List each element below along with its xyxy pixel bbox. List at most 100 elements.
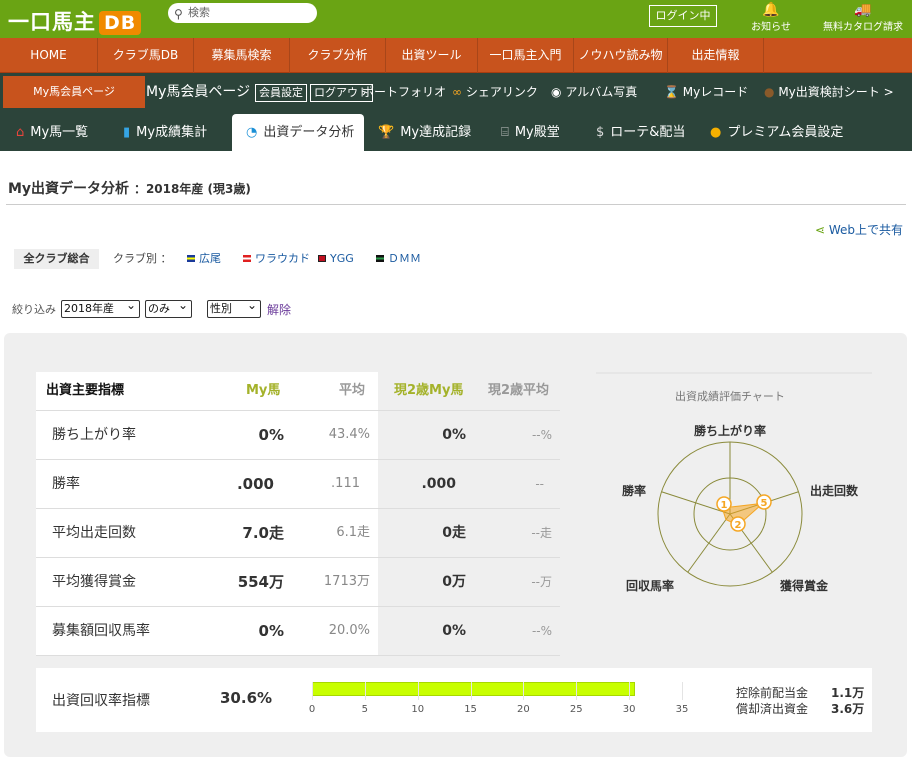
clear-filter-link[interactable]: 解除 — [267, 301, 291, 318]
sex-select[interactable]: 性別 — [207, 297, 261, 318]
club-all-button[interactable]: 全クラブ総合 — [14, 249, 99, 269]
recovery-label: 出資回収率指標 — [52, 693, 150, 709]
nav-tools[interactable]: 出資ツール — [386, 38, 478, 73]
axis-label: 勝ち上がり率 — [694, 423, 766, 438]
sold-capital-label: 償却済出資金 — [736, 702, 809, 716]
average-value: .111 — [331, 476, 360, 491]
bar-chart-icon: ▮ — [123, 125, 131, 140]
tab-analysis[interactable]: ◔ 出資データ分析 — [232, 114, 364, 151]
tab-results[interactable]: ▮ My成績集計 — [123, 114, 207, 151]
club-hiroo[interactable]: 広尾 — [187, 249, 221, 269]
tick-label: 25 — [569, 704, 583, 715]
year-select[interactable]: 2018年産 — [61, 297, 140, 318]
tick-label: 5 — [361, 704, 369, 715]
tab-bar: ⌂ My馬一覧 ▮ My成績集計 ◔ 出資データ分析 🏆 My達成記録 ⌸ My殿堂 $ ロ… — [0, 112, 912, 151]
my-horse-value: .000 — [236, 475, 274, 493]
tick-label: 0 — [308, 704, 316, 715]
table-row: 勝率 .000 .111 .000 -- — [36, 460, 560, 509]
2yo-average-value: --% — [531, 428, 552, 442]
axis-label: 回収馬率 — [626, 578, 674, 593]
tab-achievements[interactable]: 🏆 My達成記録 — [378, 114, 471, 151]
nav-race-info[interactable]: 出走情報 — [668, 38, 764, 73]
money-bag-icon: $ — [596, 125, 605, 140]
trophy-icon: 🏆 — [378, 125, 395, 140]
average-value: 20.0% — [328, 623, 370, 638]
table-row: 勝ち上がり率 0% 43.4% 0% --% — [36, 411, 560, 460]
pre-dividend-label: 控除前配当金 — [736, 686, 809, 700]
tick-gridline — [523, 682, 525, 700]
filter-label: 絞り込み — [12, 303, 56, 316]
settings-button[interactable]: 会員設定 — [255, 84, 307, 102]
nav-intro[interactable]: 一口馬主入門 — [478, 38, 574, 73]
axis-label: 獲得賞金 — [780, 578, 829, 593]
sheet-link[interactable]: ● My出資検討シート > — [764, 73, 894, 112]
nav-knowhow[interactable]: ノウハウ読み物 — [574, 38, 668, 73]
page-title: My出資データ分析 ：2018年産 (現3歳) — [8, 181, 251, 197]
tick-gridline — [470, 682, 472, 700]
radar-grid: 1 5 2 — [657, 441, 803, 587]
search-input[interactable]: ⚲ 検索 — [168, 3, 317, 23]
tick-gridline — [576, 682, 578, 700]
header-indicator: 出資主要指標 — [46, 383, 125, 398]
axis-label: 出走回数 — [810, 483, 859, 498]
average-value: 1713万 — [323, 574, 370, 589]
tab-hall[interactable]: ⌸ My殿堂 — [501, 114, 560, 151]
link-icon: ∞ — [452, 85, 462, 99]
record-link[interactable]: ⌛ Myレコード — [664, 73, 748, 112]
2yo-average-value: --% — [531, 624, 552, 638]
average-value: 6.1走 — [336, 525, 370, 540]
house-icon: ⌂ — [16, 125, 25, 140]
album-link[interactable]: ◉ アルバム写真 — [551, 73, 637, 112]
nav-home[interactable]: HOME — [0, 38, 98, 73]
share-icon: ⋖ — [815, 223, 826, 237]
tick-gridline — [312, 682, 313, 700]
mypage-button[interactable]: My馬会員ページ — [3, 76, 145, 108]
2yo-my-value: 0% — [442, 623, 466, 639]
header-2yo-average: 現2歳平均 — [488, 383, 550, 398]
row-label: 平均獲得賞金 — [52, 574, 136, 590]
temple-icon: ⌸ — [501, 125, 509, 140]
tick-gridline — [682, 682, 683, 700]
club-dmm[interactable]: ＤＭＭ — [376, 249, 421, 269]
header-2yo-my-horse: 現2歳My馬 — [394, 383, 464, 398]
my-horse-value: 0% — [258, 426, 284, 444]
share-link[interactable]: ∞ シェアリンク — [452, 73, 538, 112]
radar-marker-label: 5 — [761, 498, 768, 509]
nav-club-db[interactable]: クラブ馬DB — [98, 38, 194, 73]
web-share-link[interactable]: ⋖ Web上で共有 — [815, 221, 903, 238]
title-divider — [6, 204, 906, 205]
radar-marker-label: 1 — [721, 500, 728, 511]
nav-club-analysis[interactable]: クラブ分析 — [290, 38, 386, 73]
axis-label: 勝率 — [622, 483, 646, 498]
tick-gridline — [417, 682, 419, 700]
radar-chart-panel: 出資成績評価チャート 1 5 2 勝ち上がり率 出走回数 獲得賞金 回収馬率 勝率 — [596, 372, 872, 657]
club-ygg[interactable]: YGG — [318, 249, 354, 269]
nav-horse-search[interactable]: 募集馬検索 — [194, 38, 290, 73]
truck-icon: 🚚 — [854, 2, 872, 18]
tick-label: 30 — [622, 704, 636, 715]
2yo-my-value: 0走 — [442, 525, 466, 541]
site-logo[interactable]: 一口馬主 DB — [8, 6, 142, 36]
member-nav: My馬会員ページ My馬会員ページ 会員設定 ログアウト ポートフォリオ ∞ シ… — [0, 73, 912, 112]
2yo-my-value: 0% — [442, 427, 466, 443]
horse-icon: ● — [764, 85, 775, 99]
top-header: 一口馬主 DB ⚲ 検索 ログイン中 🔔 お知らせ 🚚 無料カタログ請求 — [0, 0, 912, 38]
my-horse-value: 0% — [258, 622, 284, 640]
portfolio-link[interactable]: ポートフォリオ — [362, 73, 446, 112]
camera-icon: ◉ — [551, 85, 562, 99]
table-header: 出資主要指標 My馬 平均 現2歳My馬 現2歳平均 — [36, 372, 560, 411]
club-label: クラブ別 ： — [113, 252, 172, 265]
table-row: 平均出走回数 7.0走 6.1走 0走 --走 — [36, 509, 560, 558]
catalog-button[interactable]: 🚚 無料カタログ請求 — [818, 2, 908, 33]
notice-button[interactable]: 🔔 お知らせ — [748, 2, 794, 33]
bell-icon: 🔔 — [762, 2, 780, 18]
login-status-button[interactable]: ログイン中 — [649, 5, 717, 27]
only-select[interactable]: のみ — [145, 297, 192, 318]
flag-icon — [318, 255, 326, 262]
tab-rotation[interactable]: $ ローテ&配当 — [596, 114, 685, 151]
tab-my-horses[interactable]: ⌂ My馬一覧 — [16, 114, 88, 151]
my-horse-value: 554万 — [237, 573, 284, 591]
club-waraukado[interactable]: ワラウカド — [243, 249, 310, 269]
2yo-average-value: -- — [535, 477, 544, 491]
tab-premium[interactable]: ● プレミアム会員設定 — [710, 114, 843, 151]
